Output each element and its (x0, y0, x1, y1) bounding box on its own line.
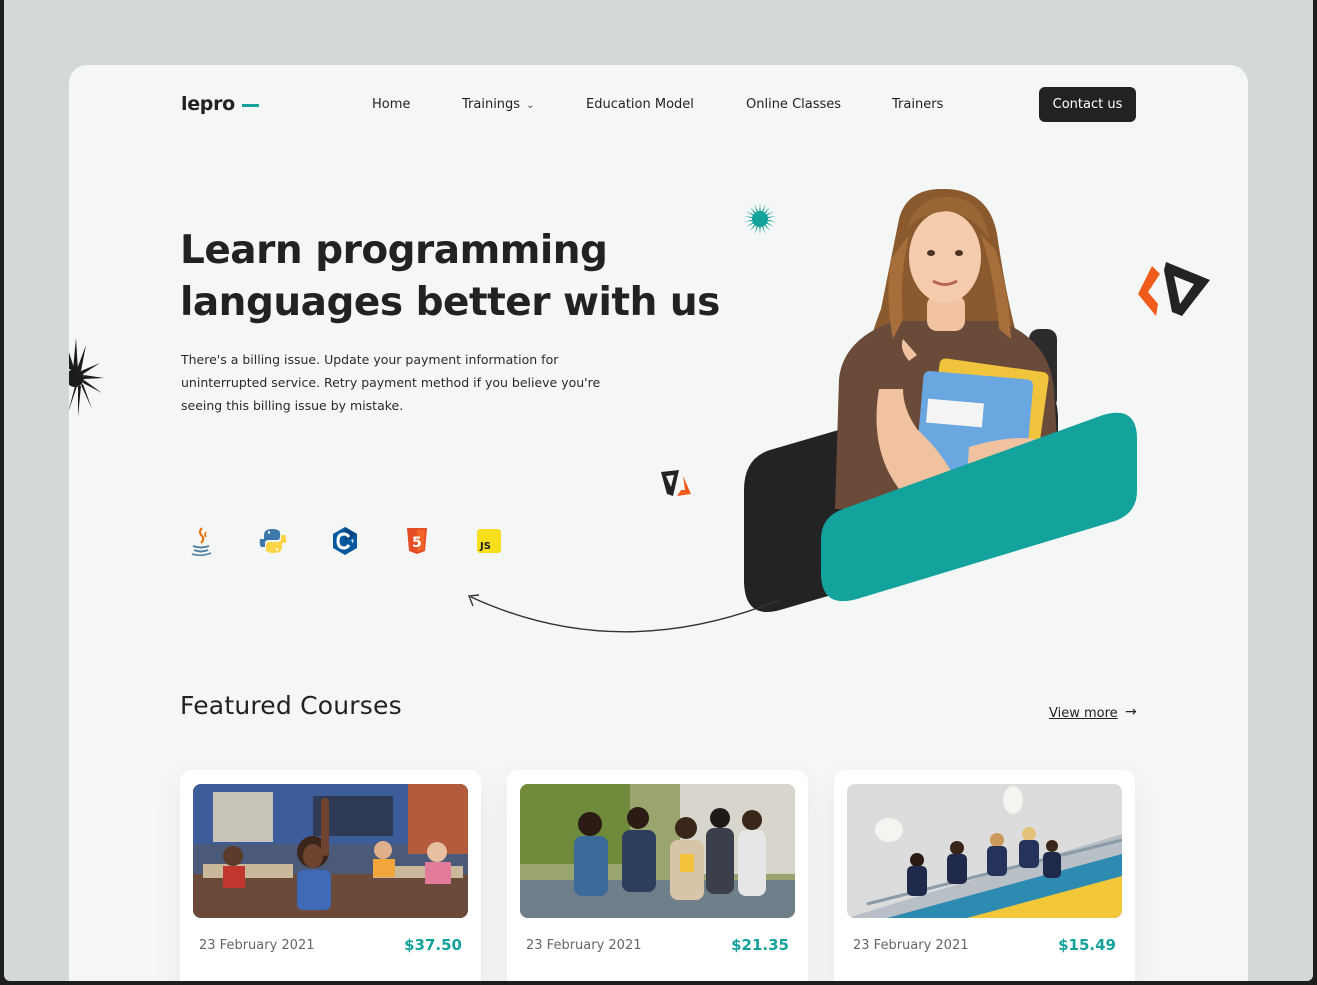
nav-home[interactable]: Home (372, 97, 410, 112)
course-date: 23 February 2021 (526, 938, 642, 953)
svg-text:+: + (350, 538, 355, 545)
black-burst-decoration (69, 338, 104, 417)
teal-burst-decoration (744, 203, 776, 235)
course-card[interactable]: 23 February 2021 $37.50 (180, 770, 481, 981)
hero-title-line2: languages better with us (180, 280, 720, 325)
students-outdoor-photo (520, 784, 795, 918)
python-icon[interactable] (256, 524, 290, 558)
javascript-icon-text: JS (479, 541, 491, 552)
featured-courses-title: Featured Courses (180, 691, 402, 720)
curved-arrow-decoration (468, 594, 780, 633)
brand-mark-small-decoration (661, 470, 691, 496)
course-price: $37.50 (404, 936, 462, 954)
nav-trainings-label: Trainings (462, 97, 521, 112)
java-icon[interactable] (184, 524, 218, 558)
logo[interactable]: lepro (181, 93, 235, 115)
teal-shape-decoration (821, 412, 1137, 602)
landing-page: lepro Home Trainings ⌄ Education Model On… (69, 65, 1248, 981)
contact-us-button[interactable]: Contact us (1039, 87, 1136, 122)
nav-online-classes[interactable]: Online Classes (746, 97, 841, 112)
course-card[interactable]: 23 February 2021 $21.35 (507, 770, 808, 981)
course-price: $21.35 (731, 936, 789, 954)
classroom-photo (193, 784, 468, 918)
logo-dash-mark (242, 104, 259, 107)
window-background: lepro Home Trainings ⌄ Education Model On… (4, 0, 1313, 981)
arrow-right-icon[interactable]: → (1125, 704, 1137, 720)
course-date: 23 February 2021 (853, 938, 969, 953)
hero-description: There's a billing issue. Update your pay… (181, 348, 611, 417)
hero-desc-line2: uninterrupted service. Retry payment met… (181, 375, 601, 390)
course-price: $15.49 (1058, 936, 1116, 954)
view-more-link[interactable]: View more (1049, 706, 1118, 721)
hero-title-line1: Learn programming (180, 228, 608, 273)
html5-icon-text: 5 (412, 535, 422, 551)
nav-education-model[interactable]: Education Model (586, 97, 694, 112)
course-date: 23 February 2021 (199, 938, 315, 953)
students-stairs-photo (847, 784, 1122, 918)
nav-trainings[interactable]: Trainings ⌄ (462, 97, 534, 112)
cplusplus-icon[interactable]: + (328, 524, 362, 558)
hero-desc-line1: There's a billing issue. Update your pay… (181, 352, 559, 367)
course-card[interactable]: 23 February 2021 $15.49 (834, 770, 1135, 981)
html5-icon[interactable]: 5 (400, 524, 434, 558)
hero-desc-line3: seeing this billing issue by mistake. (181, 398, 404, 413)
chevron-down-icon: ⌄ (526, 100, 535, 111)
nav-trainers[interactable]: Trainers (892, 97, 943, 112)
hero-title: Learn programming languages better with … (180, 225, 720, 329)
javascript-icon[interactable]: JS (472, 524, 506, 558)
brand-mark-large-decoration (1138, 262, 1210, 316)
